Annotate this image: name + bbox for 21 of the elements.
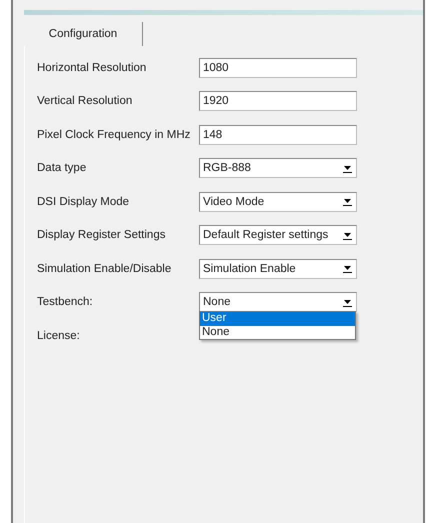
field-label: Display Register Settings [37, 229, 166, 242]
field-label: Simulation Enable/Disable [37, 262, 172, 275]
field-label: Vertical Resolution [37, 95, 134, 108]
dropdown[interactable]: Video Mode [199, 192, 357, 212]
dropdown[interactable]: Default Register settings [199, 225, 357, 246]
field-label: DSI Display Mode [37, 196, 130, 208]
dropdown[interactable]: RGB-888 [199, 158, 357, 178]
dropdown[interactable]: None [199, 292, 357, 312]
dropdown-option[interactable]: None [200, 326, 355, 340]
text-field[interactable]: 148 [199, 124, 357, 145]
field-label: License: [37, 330, 81, 342]
field-label: Testbench: [37, 296, 94, 308]
text-field[interactable]: 1920 [199, 91, 357, 112]
dropdown[interactable]: Simulation Enable [199, 258, 357, 279]
text-field[interactable]: 1080 [199, 58, 357, 78]
field-label: Horizontal Resolution [37, 62, 148, 74]
field-label: Data type [37, 162, 88, 174]
dropdown-arrow-icon[interactable] [342, 263, 353, 274]
dropdown-arrow-icon[interactable] [342, 196, 353, 208]
field-label: Pixel Clock Frequency in MHz [37, 128, 192, 141]
dropdown-option[interactable]: User [200, 312, 355, 326]
